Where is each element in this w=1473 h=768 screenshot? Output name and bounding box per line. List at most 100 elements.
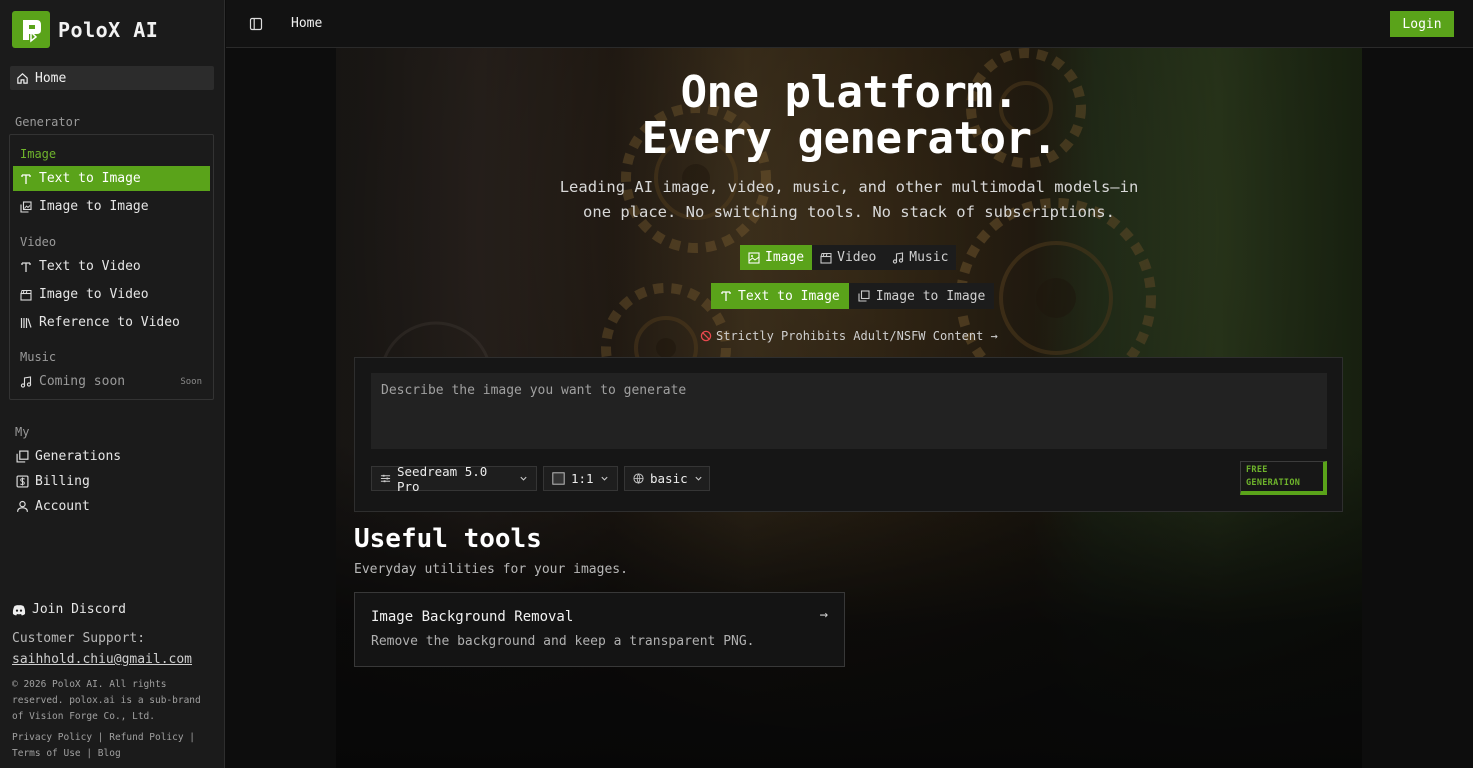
arrow-right-icon: → — [819, 607, 828, 623]
model-select-value: Seedream 5.0 Pro — [397, 463, 488, 494]
tab-image-to-image[interactable]: Image to Image — [849, 283, 995, 309]
hero-title-line-1: One platform. — [680, 67, 1019, 118]
brand[interactable]: PoloX AI — [12, 11, 158, 48]
free-generation-button[interactable]: FREE GENERATION — [1240, 461, 1327, 495]
tab-label: Image — [765, 250, 805, 265]
sidebar-item-label: Billing — [35, 474, 90, 489]
library-icon — [20, 317, 32, 328]
tab-label: Music — [909, 250, 949, 265]
main-content: One platform. Every generator. Leading A… — [226, 48, 1473, 768]
music-group-label: Music — [20, 350, 57, 364]
home-icon — [17, 72, 28, 84]
text-icon — [21, 261, 31, 272]
quality-select[interactable]: basic — [624, 466, 710, 491]
tab-label: Video — [837, 250, 877, 265]
sidebar-item-text-to-video[interactable]: Text to Video — [13, 254, 210, 279]
generator-type-tabs: Text to Image Image to Image — [711, 283, 995, 309]
aspect-ratio-value: 1:1 — [571, 471, 594, 486]
images-icon — [20, 200, 32, 213]
generator-group: Image Text to Image Image to Image Video… — [9, 134, 214, 400]
sidebar-item-generations[interactable]: Generations — [16, 449, 121, 464]
sidebar-item-home[interactable]: Home — [10, 66, 214, 90]
clapperboard-icon — [20, 289, 32, 301]
nsfw-notice-link[interactable]: Strictly Prohibits Adult/NSFW Content → — [700, 329, 998, 343]
breadcrumb: Home — [291, 16, 323, 31]
text-icon — [721, 291, 731, 301]
sidebar-item-music-coming-soon: Coming soon Soon — [13, 369, 210, 394]
tool-card-title: Image Background Removal — [371, 609, 574, 625]
nsfw-notice-text: Strictly Prohibits Adult/NSFW Content → — [716, 329, 998, 343]
square-icon — [552, 472, 565, 485]
prompt-card: Seedream 5.0 Pro 1:1 basic FREE GENERATI… — [354, 357, 1343, 512]
panel-left-icon — [249, 17, 263, 31]
images-icon — [858, 290, 870, 302]
sidebar-item-label: Account — [35, 499, 90, 514]
tools-title: Useful tools — [354, 524, 542, 554]
join-discord-link[interactable]: Join Discord — [12, 602, 126, 617]
tab-label: Text to Image — [738, 288, 840, 304]
tab-music[interactable]: Music — [884, 245, 956, 270]
sidebar-item-label: Coming soon — [39, 374, 126, 389]
sidebar-item-text-to-image[interactable]: Text to Image — [13, 166, 210, 191]
brand-logo — [12, 11, 50, 48]
tool-card-background-removal[interactable]: Image Background Removal Remove the back… — [354, 592, 845, 667]
free-generation-label-1: FREE — [1246, 465, 1268, 475]
images-icon — [16, 450, 29, 463]
chevron-down-icon — [600, 476, 608, 481]
sidebar-item-label: Image to Video — [39, 287, 149, 302]
tab-text-to-image[interactable]: Text to Image — [711, 283, 849, 309]
sidebar: PoloX AI Home Generator Image Text to Im… — [0, 0, 225, 768]
sidebar-item-label: Reference to Video — [39, 315, 180, 330]
copyright-text: © 2026 PoloX AI. All rights reserved. po… — [12, 679, 201, 722]
prohibited-icon — [700, 330, 712, 342]
aspect-ratio-select[interactable]: 1:1 — [543, 466, 618, 491]
my-section-label: My — [15, 425, 30, 439]
sidebar-item-label: Image to Image — [39, 199, 149, 214]
sidebar-item-label: Text to Image — [39, 171, 141, 186]
hero-title-line-2: Every generator. — [641, 113, 1058, 164]
support-label: Customer Support: — [12, 631, 146, 646]
discord-label: Join Discord — [32, 602, 126, 617]
globe-icon — [633, 473, 644, 484]
soon-badge: Soon — [180, 376, 202, 387]
music-note-icon — [893, 251, 904, 264]
music-note-icon — [20, 375, 32, 388]
brand-name: PoloX AI — [58, 17, 159, 42]
sliders-icon — [380, 474, 391, 483]
sidebar-item-label: Home — [35, 70, 67, 86]
generator-section-label: Generator — [15, 115, 81, 129]
hero-title: One platform. Every generator. — [226, 70, 1473, 162]
sidebar-item-image-to-video[interactable]: Image to Video — [13, 282, 210, 307]
support-email-link[interactable]: saihhold.chiu@gmail.com — [12, 652, 192, 667]
sidebar-item-image-to-image[interactable]: Image to Image — [13, 194, 210, 219]
prompt-input[interactable] — [371, 373, 1327, 449]
login-button[interactable]: Login — [1390, 11, 1454, 37]
sidebar-item-reference-to-video[interactable]: Reference to Video — [13, 310, 210, 335]
sidebar-item-account[interactable]: Account — [16, 499, 90, 514]
model-select[interactable]: Seedream 5.0 Pro — [371, 463, 537, 494]
video-group-label: Video — [20, 235, 57, 249]
sidebar-item-label: Text to Video — [39, 259, 141, 274]
text-icon — [21, 173, 31, 184]
discord-icon — [12, 604, 26, 615]
image-group-label: Image — [20, 147, 57, 161]
top-bar: Home Login — [226, 0, 1473, 48]
footer-links[interactable]: Privacy Policy | Refund Policy | Terms o… — [12, 730, 217, 762]
tab-image[interactable]: Image — [740, 245, 813, 270]
quality-value: basic — [650, 471, 688, 486]
chevron-down-icon — [695, 476, 702, 481]
image-icon — [748, 251, 760, 264]
tools-subtitle: Everyday utilities for your images. — [354, 562, 628, 577]
sidebar-item-label: Generations — [35, 449, 122, 464]
sidebar-item-billing[interactable]: Billing — [16, 474, 90, 489]
user-icon — [17, 500, 28, 512]
chevron-down-icon — [520, 476, 527, 481]
tool-card-description: Remove the background and keep a transpa… — [371, 634, 755, 649]
clapperboard-icon — [820, 252, 832, 264]
sidebar-toggle-button[interactable] — [249, 16, 263, 31]
tab-video[interactable]: Video — [812, 245, 884, 270]
mode-tabs: Image Video Music — [740, 245, 957, 270]
free-generation-label-2: GENERATION — [1246, 478, 1301, 488]
dollar-icon — [16, 475, 29, 488]
tab-label: Image to Image — [875, 288, 986, 304]
